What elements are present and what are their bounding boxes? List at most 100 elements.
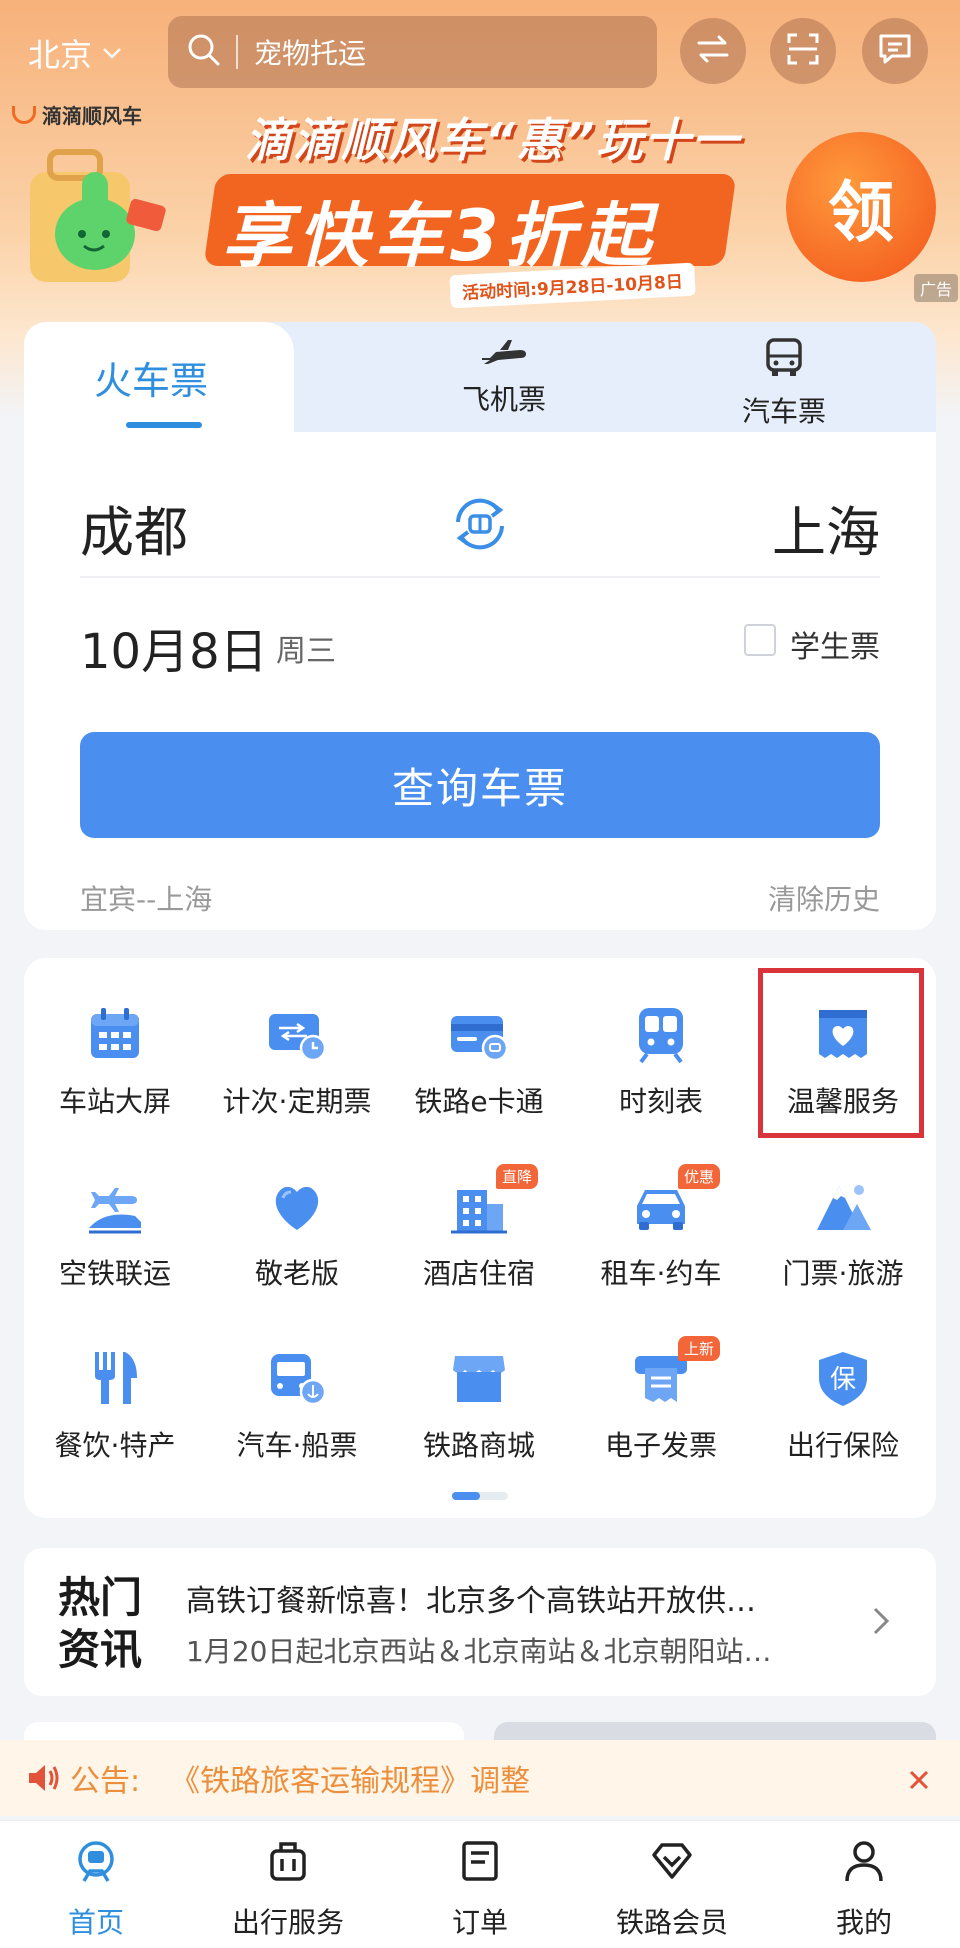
service-travel-insurance[interactable]: 保 出行保险 (752, 1340, 934, 1490)
swap-cities-button[interactable] (448, 492, 512, 556)
departure-city[interactable]: 成都 (80, 488, 188, 567)
mountain-icon (813, 1176, 873, 1236)
news-subheadline[interactable]: 1月20日起北京西站＆北京南站＆北京朝阳站… (186, 1630, 866, 1670)
bus-anchor-icon (267, 1348, 327, 1408)
service-label: 时刻表 (618, 1085, 703, 1118)
service-label: 铁路e卡通 (414, 1085, 544, 1118)
service-tickets-travel[interactable]: 门票·旅游 (752, 1168, 934, 1318)
promo-banner[interactable]: 滴滴顺风车 滴滴顺风车“惠”玩十一 享快车3折起 活动时间:9月28日-10月8… (0, 92, 960, 309)
hot-news-tag-line1: 热门 (58, 1573, 143, 1622)
service-e-invoice[interactable]: 上新 电子发票 (570, 1336, 752, 1490)
city-label: 北京 (28, 36, 93, 74)
banner-title: 滴滴顺风车“惠”玩十一 (245, 113, 741, 167)
service-label: 汽车·船票 (236, 1429, 358, 1462)
service-timetable[interactable]: 时刻表 (570, 996, 752, 1146)
didi-logo-icon (12, 105, 36, 124)
tab-bus[interactable]: 汽车票 (684, 338, 884, 430)
service-label: 空铁联运 (58, 1257, 171, 1290)
departure-weekday: 周三 (276, 634, 336, 669)
announcement-bar[interactable]: 公告: 《铁路旅客运输规程》调整 (0, 1740, 960, 1816)
nav-travel-service-label: 出行服务 (231, 1906, 344, 1939)
service-air-rail[interactable]: 空铁联运 (24, 1168, 206, 1318)
tab-active-indicator (126, 422, 202, 428)
departure-date[interactable]: 10月8日 (80, 612, 268, 682)
shield-icon: 保 (813, 1348, 873, 1408)
nav-home[interactable]: 首页 (0, 1821, 192, 1948)
nav-membership-label: 铁路会员 (615, 1906, 728, 1939)
ticket-clock-icon (267, 1004, 327, 1064)
search-icon (186, 32, 222, 72)
page-indicator-active (452, 1492, 480, 1500)
page-indicator (452, 1492, 508, 1500)
nav-profile[interactable]: 我的 (768, 1821, 960, 1948)
ad-tag: 广告 (913, 274, 958, 302)
claim-button[interactable]: 领 (786, 132, 936, 282)
message-icon (878, 33, 912, 69)
search-input[interactable]: 宠物托运 (168, 16, 657, 88)
brand-logo: 滴滴顺风车 (12, 100, 142, 129)
student-ticket-checkbox[interactable] (744, 624, 776, 656)
service-label: 车站大屏 (58, 1085, 171, 1118)
service-label: 餐饮·特产 (54, 1429, 176, 1462)
speaker-icon (26, 1761, 60, 1795)
brand-name: 滴滴顺风车 (42, 104, 142, 128)
scan-icon (786, 32, 820, 70)
nav-profile-label: 我的 (835, 1906, 892, 1939)
query-tickets-button[interactable]: 查询车票 (80, 732, 880, 838)
arrival-city[interactable]: 上海 (772, 488, 880, 567)
bus-icon (764, 338, 804, 382)
service-station-screen[interactable]: 车站大屏 (24, 996, 206, 1146)
user-icon (842, 1839, 886, 1883)
nav-orders[interactable]: 订单 (384, 1821, 576, 1948)
announcement-label: 公告: (70, 1764, 141, 1799)
tab-flight[interactable]: 飞机票 (404, 338, 604, 418)
plane-icon (480, 340, 528, 370)
news-headline[interactable]: 高铁订餐新惊喜！北京多个高铁站开放供… (186, 1576, 866, 1620)
service-label: 电子发票 (604, 1429, 717, 1462)
diamond-icon (650, 1839, 694, 1883)
scan-button[interactable] (770, 18, 836, 84)
clear-history-button[interactable]: 清除历史 (768, 878, 880, 918)
top-bar: 北京 宠物托运 (0, 0, 960, 104)
nav-travel-service[interactable]: 出行服务 (192, 1821, 384, 1948)
service-periodic-ticket[interactable]: 计次·定期票 (206, 996, 388, 1146)
city-selector[interactable]: 北京 (28, 30, 122, 76)
services-grid: 车站大屏 计次·定期票 铁路e卡通 时刻表 温馨服务 空铁联运 敬老版 直降 酒… (24, 958, 936, 1518)
announcement-text[interactable]: 《铁路旅客运输规程》调整 (170, 1756, 530, 1800)
student-ticket-label[interactable]: 学生票 (790, 622, 880, 666)
swap-cities-icon (448, 498, 512, 560)
message-button[interactable] (862, 18, 928, 84)
service-hotel[interactable]: 直降 酒店住宿 (388, 1164, 570, 1318)
chevron-right-icon[interactable] (872, 1600, 890, 1646)
service-label: 敬老版 (254, 1257, 339, 1290)
nav-orders-label: 订单 (451, 1906, 508, 1939)
search-history-item[interactable]: 宜宾--上海 (80, 878, 212, 918)
service-bus-ship[interactable]: 汽车·船票 (206, 1340, 388, 1490)
ticket-search-card: 火车票 飞机票 汽车票 成都 上海 10月8日 周三 学生票 查询车票 宜宾--… (24, 322, 936, 930)
service-label: 门票·旅游 (782, 1257, 904, 1290)
promo-badge: 上新 (678, 1336, 721, 1361)
service-dining[interactable]: 餐饮·特产 (24, 1340, 206, 1490)
home-icon (74, 1839, 118, 1883)
train-front-icon (631, 1004, 691, 1064)
shop-icon (449, 1348, 509, 1408)
service-senior-mode[interactable]: 敬老版 (206, 1168, 388, 1318)
promo-badge: 直降 (496, 1164, 539, 1189)
luggage-icon (266, 1839, 310, 1883)
close-icon[interactable] (908, 1756, 930, 1800)
hot-news-tag-line2: 资讯 (58, 1625, 143, 1674)
tab-train[interactable]: 火车票 (24, 322, 294, 432)
promo-badge: 优惠 (678, 1164, 721, 1189)
nav-membership[interactable]: 铁路会员 (576, 1821, 768, 1948)
service-rail-ecard[interactable]: 铁路e卡通 (388, 996, 570, 1146)
chevron-down-icon (102, 41, 122, 66)
hot-news-card[interactable]: 热门 资讯 高铁订餐新惊喜！北京多个高铁站开放供… 1月20日起北京西站＆北京南… (24, 1548, 936, 1696)
service-rail-mall[interactable]: 铁路商城 (388, 1340, 570, 1490)
tab-bus-label: 汽车票 (741, 395, 826, 428)
service-car-rental[interactable]: 优惠 租车·约车 (570, 1164, 752, 1318)
service-label: 租车·约车 (600, 1257, 722, 1290)
swap-button[interactable] (680, 18, 746, 84)
fork-knife-icon (85, 1348, 145, 1408)
search-divider (236, 35, 238, 69)
form-divider (80, 576, 880, 578)
